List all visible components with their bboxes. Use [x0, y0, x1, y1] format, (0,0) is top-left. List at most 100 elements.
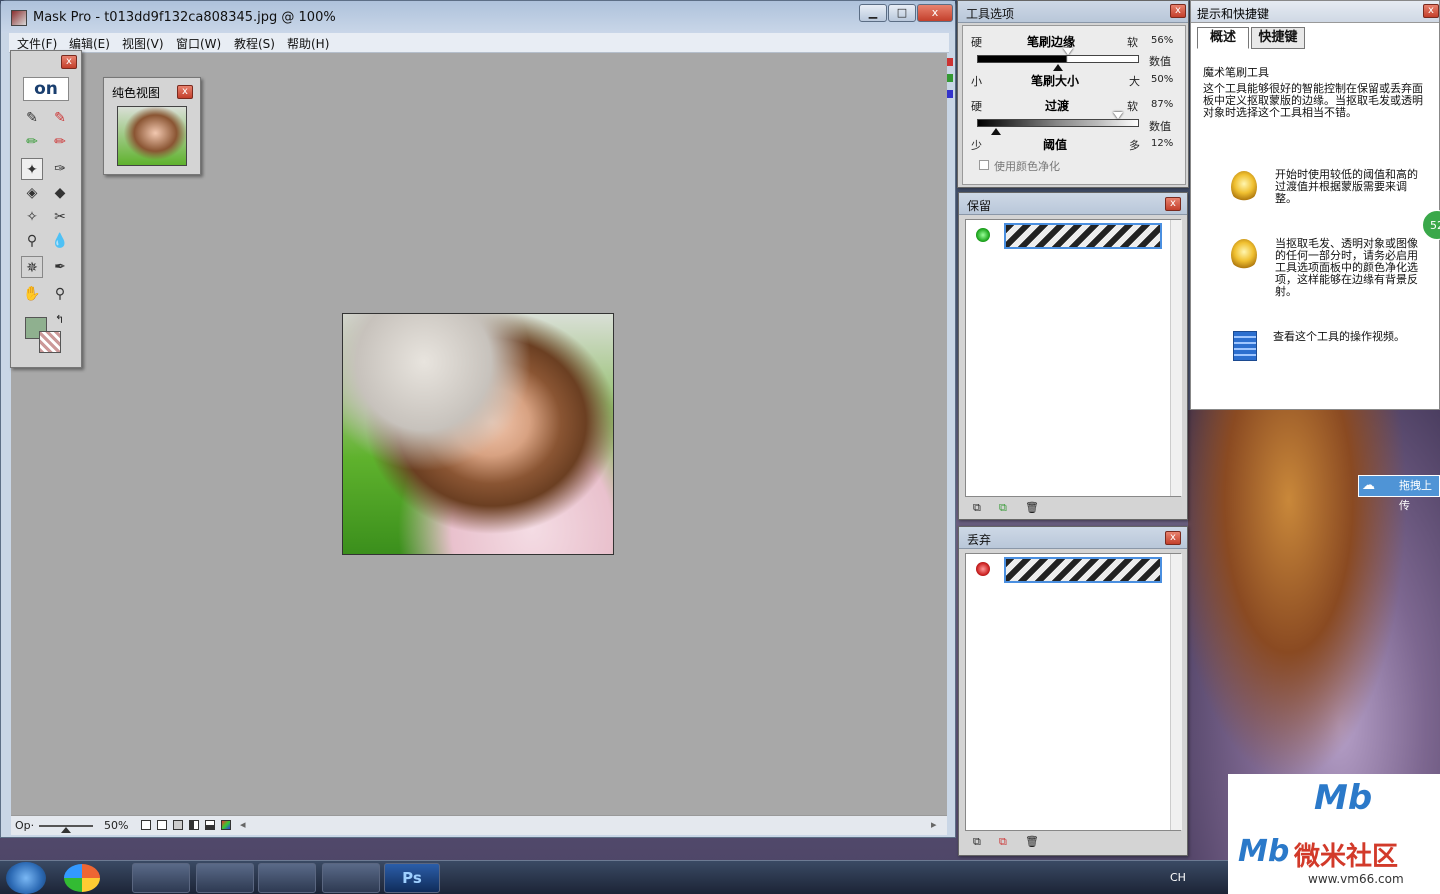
fill-icon[interactable]: ◆ [49, 182, 71, 204]
video-icon[interactable] [1233, 331, 1257, 361]
discard-color-swatch[interactable] [1004, 557, 1162, 583]
scrollbar[interactable] [1170, 554, 1182, 830]
magic-pen-icon[interactable]: ✵ [21, 256, 43, 278]
menu-view[interactable]: 视图(V) [122, 35, 164, 52]
keep-color-list[interactable] [965, 219, 1182, 497]
taskbar-cloud-app[interactable] [132, 863, 190, 893]
new-icon[interactable]: ⧉ [973, 835, 981, 849]
threshold-handle[interactable] [991, 128, 1002, 135]
taskbar-image-app[interactable] [258, 863, 316, 893]
transition-numeric-label: 数值 [1149, 120, 1171, 133]
taskbar-photoshop[interactable]: Ps [384, 863, 440, 893]
close-icon[interactable]: x [1423, 4, 1439, 18]
panel-header: 保留 x [959, 193, 1187, 215]
trash-icon[interactable]: 🗑 [1025, 835, 1039, 848]
status-bar: Op· 50% ◂ ▸ [11, 815, 947, 835]
tip-threshold: 开始时使用较低的阈值和高的过渡值并根据蒙版需要来调整。 [1275, 168, 1418, 205]
pen-icon[interactable]: ✒ [49, 256, 71, 278]
keep-eyedropper-icon[interactable]: ✎ [21, 107, 43, 129]
video-link[interactable]: 查看这个工具的操作视频。 [1273, 331, 1423, 343]
discard-color-list[interactable] [965, 553, 1182, 831]
ime-indicator[interactable]: CH [1170, 871, 1186, 884]
close-icon[interactable]: x [1170, 4, 1186, 18]
edge-slider[interactable] [977, 55, 1139, 63]
view-mode-icon[interactable] [205, 820, 215, 830]
color-cleanup-checkbox[interactable] [979, 160, 989, 170]
title-bar[interactable]: Mask Pro - t013dd9f132ca808345.jpg @ 100… [1, 1, 955, 33]
threshold-high-label: 多 [1129, 139, 1140, 152]
preview-thumbnail [117, 106, 187, 166]
keep-color-dot-icon[interactable] [976, 228, 990, 242]
brush-icon[interactable]: ✑ [49, 158, 71, 180]
background-swatch[interactable] [39, 331, 61, 353]
view-mode-icon[interactable] [141, 820, 151, 830]
view-mode-icon[interactable] [173, 820, 183, 830]
tab-overview[interactable]: 概述 [1197, 27, 1249, 49]
scroll-left-icon[interactable]: ◂ [240, 818, 246, 831]
taskbar-update-app[interactable] [322, 863, 380, 893]
threshold-value: 12% [1151, 138, 1174, 149]
add-color-icon[interactable]: ⧉ [999, 501, 1007, 515]
add-color-icon[interactable]: ⧉ [999, 835, 1007, 849]
slider-handle[interactable] [61, 827, 71, 833]
panel-header: 提示和快捷键 x [1191, 1, 1439, 23]
scroll-right-icon[interactable]: ▸ [931, 818, 937, 831]
close-icon[interactable]: x [1165, 197, 1181, 211]
transition-soft-label: 软 [1127, 100, 1138, 113]
zoom-icon[interactable]: ⚲ [49, 283, 71, 305]
transition-value: 87% [1151, 99, 1174, 110]
drop-highlighter-icon[interactable]: ✏ [49, 131, 71, 153]
blur-drop-icon[interactable]: 💧 [49, 230, 71, 252]
edge-hard-label: 硬 [971, 36, 982, 49]
edge-handle[interactable] [1062, 48, 1073, 55]
close-icon[interactable]: x [177, 85, 193, 99]
threshold-label: 阈值 [1043, 138, 1068, 152]
tool-palette: x on ✎ ✎ ✏ ✏ ✦ ✑ ◈ ◆ ✧ ✂ ⚲ 💧 ✵ ✒ ✋ ⚲ ↰ [10, 50, 82, 368]
app-launcher-icon[interactable] [64, 864, 100, 892]
magic-brush-icon[interactable]: ✦ [21, 158, 43, 180]
close-icon[interactable]: x [61, 55, 77, 69]
wand-icon[interactable]: ✧ [21, 206, 43, 228]
transition-slider[interactable] [977, 119, 1139, 127]
taskbar: Ps CH [0, 860, 1440, 894]
minimize-button[interactable]: ▁ [859, 4, 887, 22]
view-mode-icon[interactable] [157, 820, 167, 830]
new-icon[interactable]: ⧉ [973, 501, 981, 515]
logo-text: 微米社区 [1294, 842, 1399, 872]
menu-tutorial[interactable]: 教程(S) [234, 35, 275, 52]
swap-icon[interactable]: ↰ [55, 313, 64, 326]
menu-help[interactable]: 帮助(H) [287, 35, 329, 52]
onone-logo: on [23, 77, 69, 101]
tip-color-cleanup: 当抠取毛发、透明对象或图像的任何一部分时，请务必启用工具选项面板中的颜色净化选项… [1275, 237, 1418, 298]
dropper-icon[interactable]: ⚲ [21, 230, 43, 252]
panel-header: 丢弃 x [959, 527, 1187, 549]
scrollbar[interactable] [1170, 220, 1182, 496]
size-handle[interactable] [1053, 64, 1063, 71]
image-canvas[interactable] [342, 313, 614, 555]
drop-eyedropper-icon[interactable]: ✎ [49, 107, 71, 129]
hand-icon[interactable]: ✋ [21, 283, 43, 305]
close-icon[interactable]: x [1165, 531, 1181, 545]
close-button[interactable]: x [917, 4, 953, 22]
lightbulb-icon [1231, 239, 1257, 271]
discard-panel: 丢弃 x ⧉ ⧉ 🗑 [958, 526, 1188, 856]
chisel-icon[interactable]: ✂ [49, 206, 71, 228]
transition-handle[interactable] [1112, 112, 1123, 119]
panel-title: 提示和快捷键 [1197, 7, 1270, 21]
maximize-button[interactable]: □ [888, 4, 916, 22]
trash-icon[interactable]: 🗑 [1025, 501, 1039, 514]
tab-shortcuts[interactable]: 快捷键 [1251, 27, 1305, 49]
cloud-icon: ☁ [1362, 478, 1375, 493]
bucket-icon[interactable]: ◈ [21, 182, 43, 204]
lightbulb-icon [1231, 171, 1257, 203]
menu-window[interactable]: 窗口(W) [176, 35, 221, 52]
keep-highlighter-icon[interactable]: ✏ [21, 131, 43, 153]
hints-panel: 提示和快捷键 x 概述 快捷键 魔术笔刷工具 这个工具能够很好的智能控制在保留或… [1190, 0, 1440, 410]
taskbar-explorer[interactable] [196, 863, 254, 893]
view-mode-icon[interactable] [221, 820, 231, 830]
start-button[interactable] [6, 862, 46, 894]
keep-color-swatch[interactable] [1004, 223, 1162, 249]
color-markers [946, 56, 954, 116]
discard-color-dot-icon[interactable] [976, 562, 990, 576]
view-mode-icon[interactable] [189, 820, 199, 830]
